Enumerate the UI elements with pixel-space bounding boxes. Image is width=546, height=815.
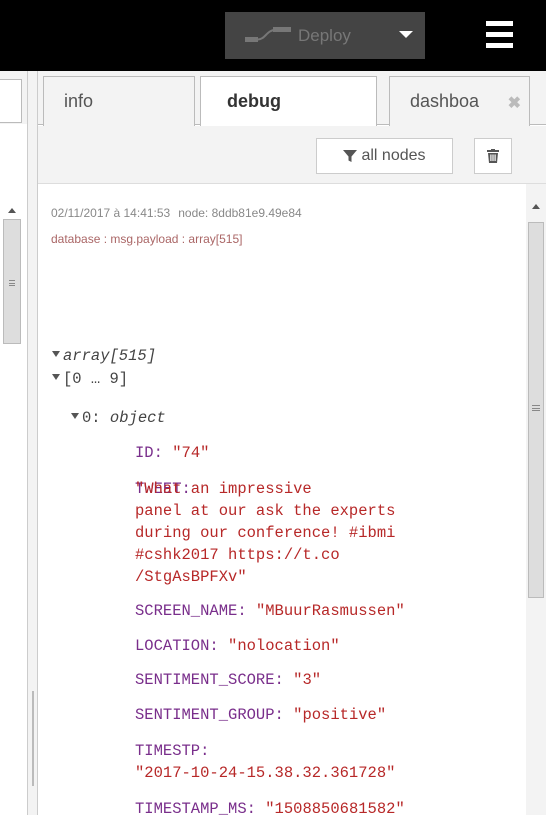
filter-nodes-button[interactable]: all nodes [316, 138, 453, 174]
deploy-button[interactable]: Deploy [225, 12, 425, 59]
splitter-handle[interactable] [32, 691, 34, 786]
field-value-row: "2017-10-24-15.38.32.361728" [135, 762, 395, 784]
field-value: "3" [293, 671, 322, 689]
field-key: SENTIMENT_SCORE: [135, 671, 284, 689]
trash-icon [487, 149, 499, 163]
tree-item-0[interactable]: 0: object [71, 407, 166, 429]
field-row: TIMESTP: [135, 740, 209, 762]
item-0-type: object [109, 409, 166, 427]
scroll-up-icon[interactable] [532, 204, 540, 209]
field-row: LOCATION: "nolocation" [135, 635, 340, 657]
deploy-label: Deploy [298, 25, 351, 45]
field-row: TIMESTAMP_MS: "1508850681582" [135, 798, 405, 815]
message-node[interactable]: node: 8ddb81e9.49e84 [178, 206, 301, 220]
field-row: SCREEN_NAME: "MBuurRasmussen" [135, 600, 405, 622]
field-value: "nolocation" [228, 637, 340, 655]
deploy-flow-icon [245, 26, 291, 42]
field-value: "2017-10-24-15.38.32.361728" [135, 764, 396, 782]
field-key: SCREEN_NAME: [135, 602, 247, 620]
tab-info-label: info [64, 91, 94, 111]
hamburger-menu-icon[interactable] [486, 21, 513, 49]
field-key: ID: [135, 444, 163, 462]
field-value: "MBuurRasmussen" [255, 602, 405, 620]
root-label: array[515] [63, 347, 157, 365]
expanded-icon [52, 350, 60, 357]
message-topic: database : msg.payload : array[515] [51, 232, 243, 246]
deploy-main[interactable]: Deploy [225, 12, 390, 59]
workspace-tab[interactable] [0, 79, 22, 123]
field-value: "1508850681582" [265, 800, 405, 815]
field-value: "positive" [293, 706, 387, 724]
tweet-value: "What an impressive panel at our ask the… [135, 480, 396, 586]
field-row: ID: "74" [135, 442, 209, 464]
expanded-icon [71, 412, 79, 419]
tab-debug-label: debug [227, 91, 281, 111]
clear-messages-button[interactable] [474, 138, 512, 174]
tab-dashboard-label: dashboa [410, 91, 480, 111]
field-row: SENTIMENT_GROUP: "positive" [135, 704, 386, 726]
field-key: SENTIMENT_GROUP: [135, 706, 284, 724]
header-bar: Deploy [0, 0, 546, 71]
close-icon[interactable]: ✖ [508, 93, 521, 113]
funnel-icon [343, 150, 358, 162]
message-timestamp: 02/11/2017 à 14:41:53 [51, 206, 171, 220]
debug-scrollbar[interactable] [526, 184, 546, 815]
sidebar-tabbar: info debug dashboa ✖ [38, 71, 546, 126]
field-row: SENTIMENT_SCORE: "3" [135, 669, 321, 691]
message-meta: 02/11/2017 à 14:41:53 node: 8ddb81e9.49e8… [51, 206, 302, 220]
tab-info[interactable]: info [43, 76, 195, 126]
field-key: LOCATION: [135, 637, 219, 655]
range-label: [0 … 9] [63, 370, 129, 388]
debug-scrollbar-thumb[interactable] [528, 222, 544, 598]
tree-root[interactable]: array[515] [52, 345, 156, 367]
tree-range[interactable]: [0 … 9] [52, 368, 128, 390]
scroll-up-icon[interactable] [8, 208, 16, 213]
item-0-index: 0: [82, 409, 101, 427]
debug-toolbar: all nodes [38, 126, 546, 184]
filter-label: all nodes [361, 147, 426, 164]
grip-icon [9, 280, 15, 286]
workspace-pane [0, 71, 27, 815]
tab-debug[interactable]: debug [200, 76, 377, 126]
tab-dashboard[interactable]: dashboa ✖ [389, 76, 530, 126]
field-value: "74" [172, 444, 210, 462]
sidebar-splitter[interactable] [27, 71, 38, 815]
grip-icon [532, 405, 540, 411]
field-key: TIMESTAMP_MS: [135, 800, 256, 815]
field-key: TIMESTP: [135, 742, 210, 760]
expanded-icon [52, 373, 60, 380]
sidebar: info debug dashboa ✖ all nodes 02/11/201… [38, 71, 546, 815]
debug-messages: 02/11/2017 à 14:41:53 node: 8ddb81e9.49e8… [38, 184, 546, 815]
caret-down-icon[interactable] [399, 31, 413, 38]
